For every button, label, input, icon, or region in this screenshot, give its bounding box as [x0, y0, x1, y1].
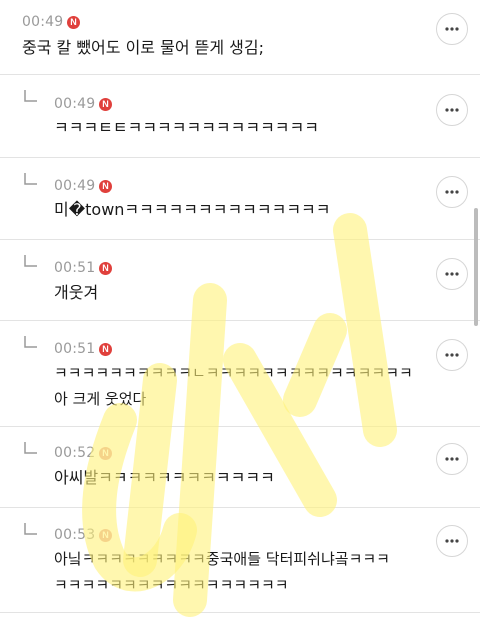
comment-time: 00:49 [54, 178, 96, 194]
comment-time: 00:51 [54, 341, 96, 357]
new-badge: N [99, 180, 112, 193]
reply-arrow-icon [24, 173, 37, 185]
comment-text: 미�townㅋㅋㅋㅋㅋㅋㅋㅋㅋㅋㅋㅋㅋㅋ [54, 200, 331, 219]
more-horizontal-icon [445, 272, 459, 276]
more-options-button[interactable] [436, 443, 468, 475]
new-badge: N [99, 447, 112, 460]
comment-time: 00:49 [54, 96, 96, 112]
comment-text: ㅋㅋㅋㅋㅋㅋㅋㅋㅋㅋㄴㅋㅋㅋㅋㅋㅋㅋㅋㅋㅋㅋㅋㅋㅋㅋ 아 크게 웃었다 [54, 364, 413, 408]
comment-time: 00:51 [54, 260, 96, 276]
reply-arrow-icon [24, 90, 37, 102]
new-badge: N [99, 529, 112, 542]
more-options-button[interactable] [436, 258, 468, 290]
more-options-button[interactable] [436, 339, 468, 371]
more-options-button[interactable] [436, 525, 468, 557]
more-horizontal-icon [445, 108, 459, 112]
more-horizontal-icon [445, 190, 459, 194]
reply-item: 00:51 N ㅋㅋㅋㅋㅋㅋㅋㅋㅋㅋㄴㅋㅋㅋㅋㅋㅋㅋㅋㅋㅋㅋㅋㅋㅋㅋ 아 크게 … [0, 321, 480, 427]
reply-item: 00:53 N 아닠ㅋㅋㅋㅋㅋㅋㅋㅋㅋ중국애들 닥터피쉬냐곸ㅋㅋㅋ ㅋㅋㅋㅋㅋㅋ… [0, 508, 480, 613]
comment-text: 개웃겨 [54, 283, 99, 302]
new-badge: N [99, 262, 112, 275]
new-badge: N [67, 16, 80, 29]
more-horizontal-icon [445, 27, 459, 31]
scrollbar-thumb[interactable] [474, 208, 478, 326]
comment-text: 아닠ㅋㅋㅋㅋㅋㅋㅋㅋㅋ중국애들 닥터피쉬냐곸ㅋㅋㅋ ㅋㅋㅋㅋㅋㅋㅋㅋㅋㅋㅋㅋㅋㅋ… [54, 550, 390, 594]
reply-item: 00:52 N 아씨발ㅋㅋㅋㅋㅋㅋㅋㅋㅋㅋㅋㅋ [0, 427, 480, 508]
reply-item: 00:49 N 미�townㅋㅋㅋㅋㅋㅋㅋㅋㅋㅋㅋㅋㅋㅋ [0, 158, 480, 240]
more-horizontal-icon [445, 353, 459, 357]
comment-text: 아씨발ㅋㅋㅋㅋㅋㅋㅋㅋㅋㅋㅋㅋ [54, 468, 275, 487]
reply-arrow-icon [24, 255, 37, 267]
comment-time: 00:49 [22, 14, 64, 30]
more-options-button[interactable] [436, 94, 468, 126]
new-badge: N [99, 343, 112, 356]
reply-item: 00:51 N 개웃겨 [0, 240, 480, 321]
comment-time: 00:53 [54, 527, 96, 543]
reply-arrow-icon [24, 523, 37, 535]
more-horizontal-icon [445, 457, 459, 461]
more-options-button[interactable] [436, 13, 468, 45]
comment-text: 중국 칼 뺐어도 이로 물어 뜯게 생김; [22, 38, 264, 57]
reply-arrow-icon [24, 442, 37, 454]
reply-arrow-icon [24, 336, 37, 348]
new-badge: N [99, 98, 112, 111]
comment-item: 00:49 N 중국 칼 뺐어도 이로 물어 뜯게 생김; [0, 0, 480, 75]
more-options-button[interactable] [436, 176, 468, 208]
comment-text: ㅋㅋㅋㅌㅌㅋㅋㅋㅋㅋㅋㅋㅋㅋㅋㅋㅋㅋ [54, 118, 319, 137]
reply-item: 00:49 N ㅋㅋㅋㅌㅌㅋㅋㅋㅋㅋㅋㅋㅋㅋㅋㅋㅋㅋ [0, 75, 480, 158]
more-horizontal-icon [445, 539, 459, 543]
comment-time: 00:52 [54, 445, 96, 461]
